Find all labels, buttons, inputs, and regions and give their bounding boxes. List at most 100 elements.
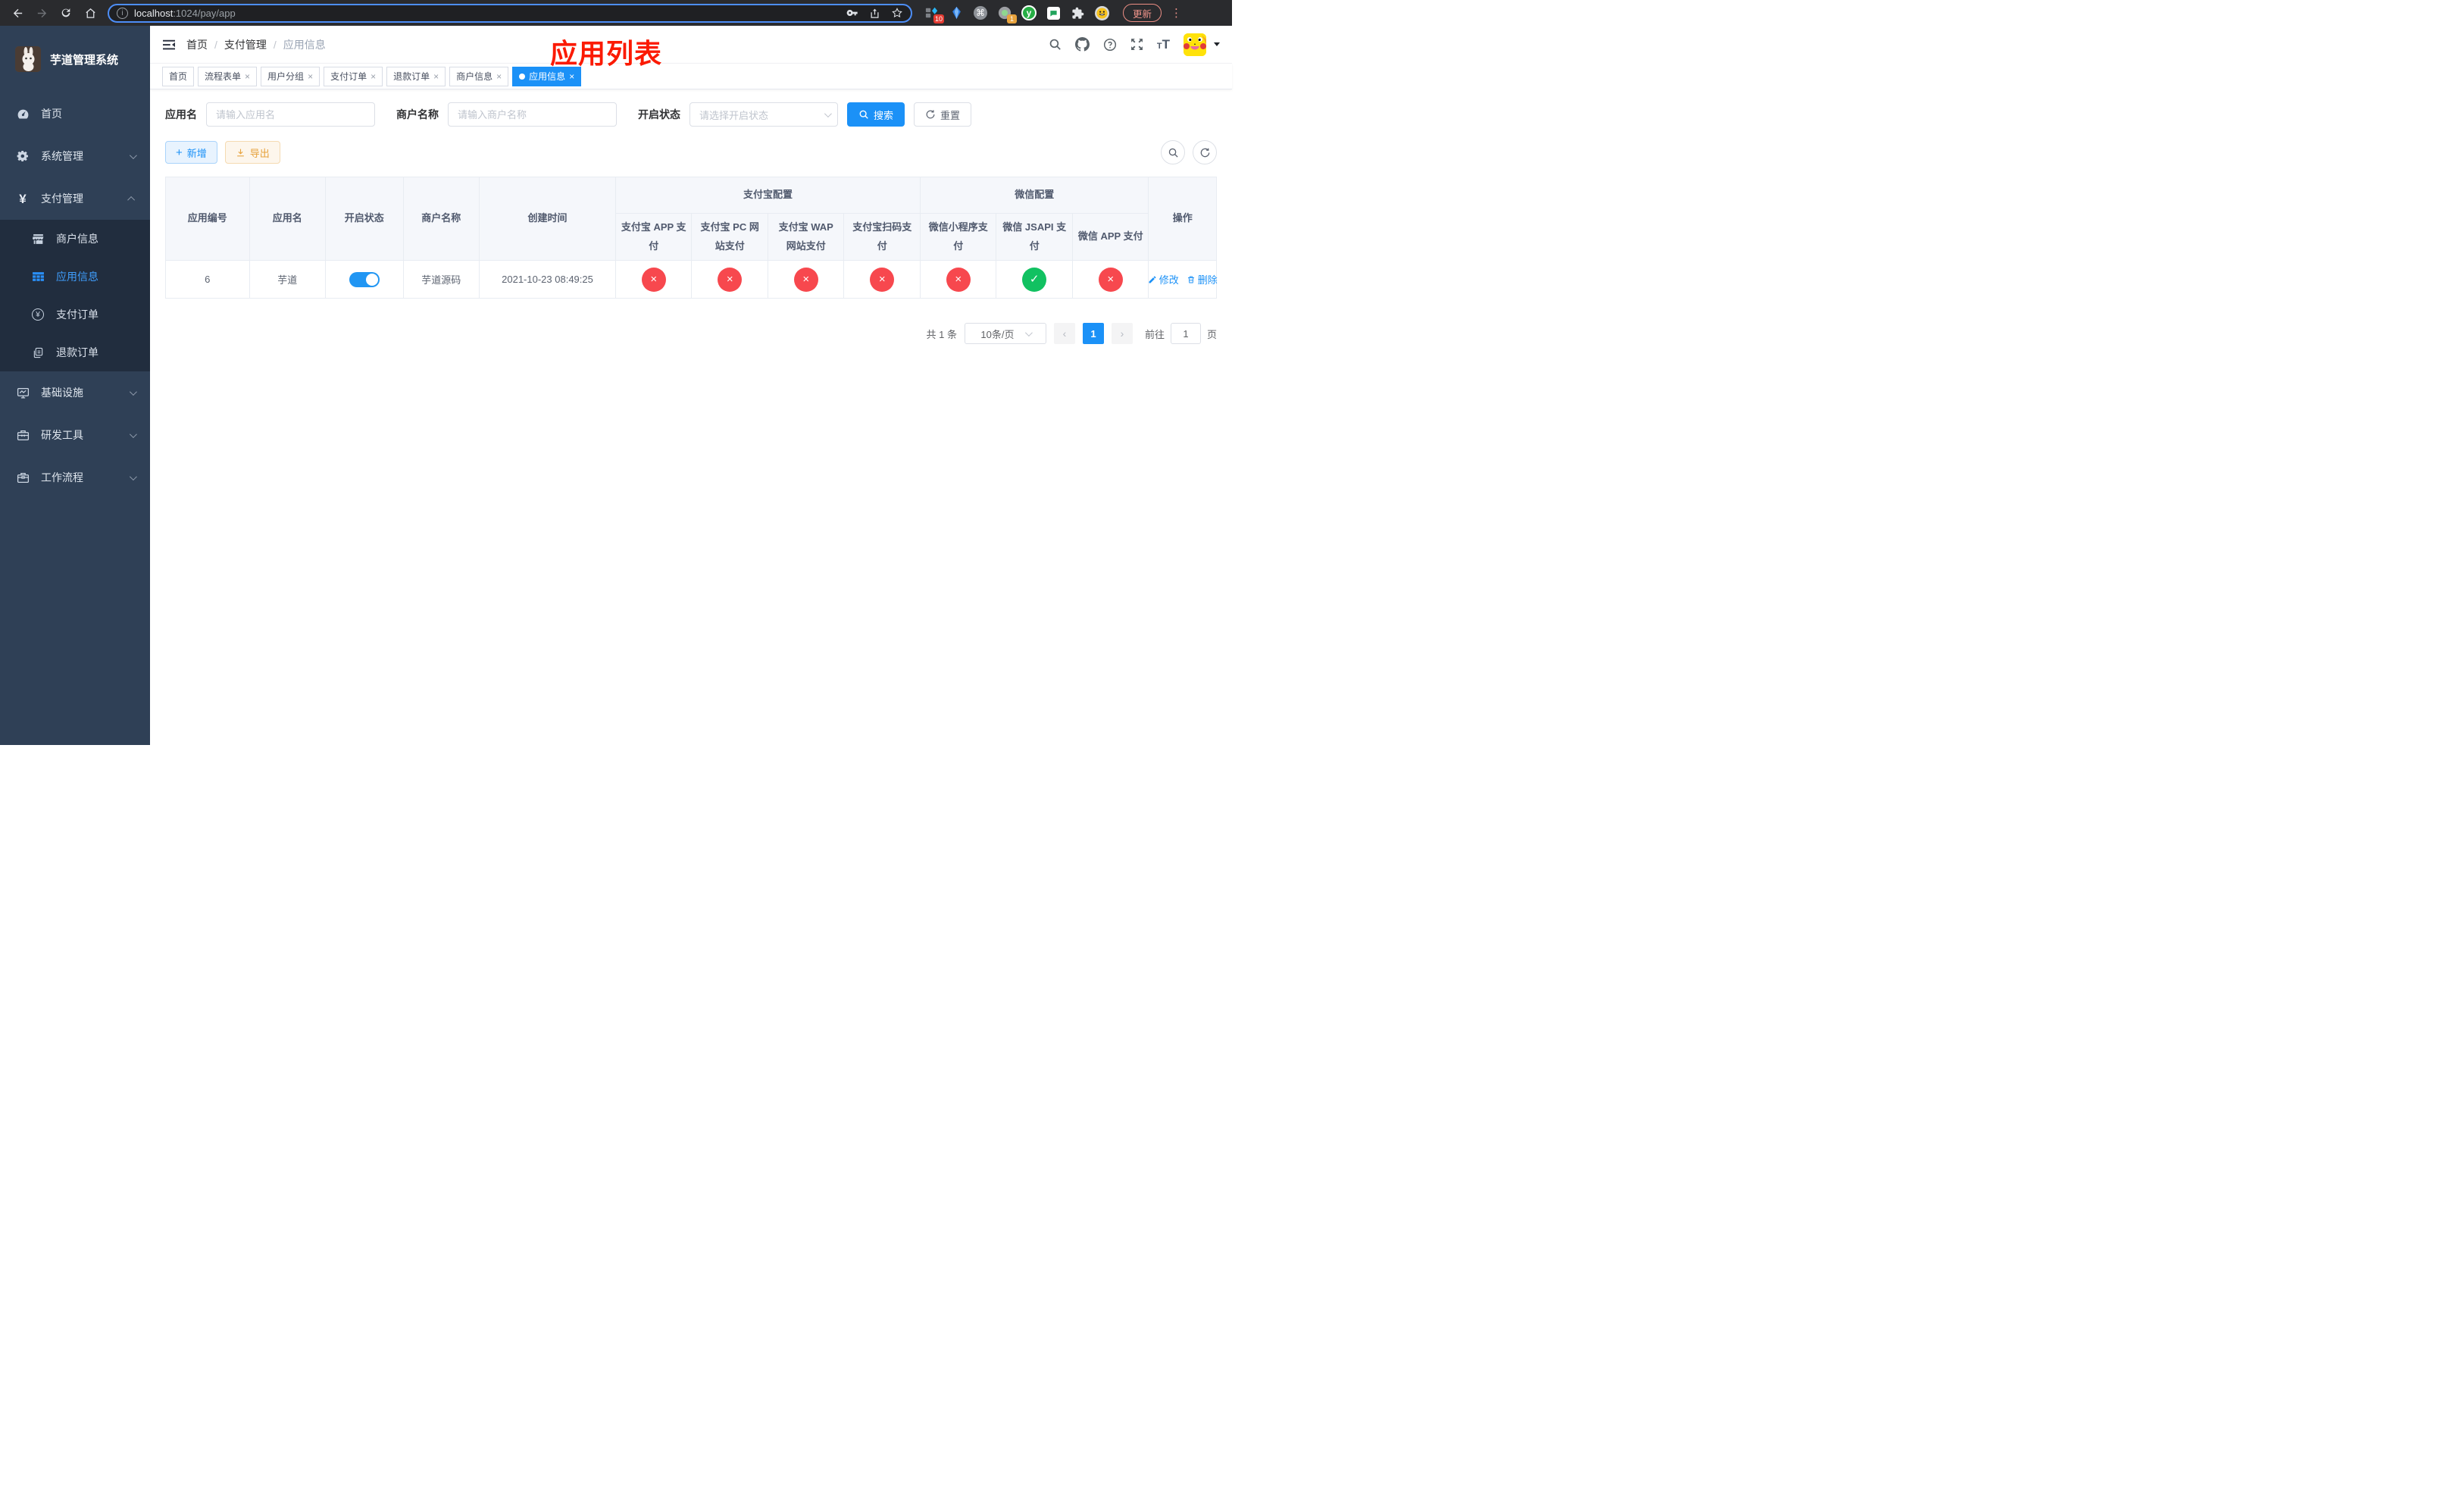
sidebar-item-devtools[interactable]: 研发工具 (0, 414, 150, 456)
ext-chat-icon[interactable] (1046, 5, 1061, 20)
goto-page-input[interactable] (1170, 323, 1201, 344)
toggle-search-button[interactable] (1161, 140, 1185, 164)
help-icon[interactable] (1103, 38, 1117, 52)
sidebar-item-label: 研发工具 (41, 429, 83, 441)
tab-merchant-info[interactable]: 商户信息 × (449, 66, 509, 86)
user-avatar[interactable] (1184, 33, 1206, 56)
sidebar-item-infra[interactable]: 基础设施 (0, 371, 150, 414)
app-logo (15, 46, 41, 72)
share-icon[interactable] (869, 8, 880, 19)
enabled-toggle[interactable] (349, 271, 380, 287)
reload-icon[interactable] (56, 3, 76, 23)
extensions-row: 10 ⌘ 1 y (924, 5, 1109, 23)
app-name-input[interactable] (206, 102, 375, 127)
status-badge-wx-app: × (1098, 267, 1123, 292)
col-app-name: 应用名 (249, 177, 327, 261)
next-page-button[interactable]: › (1111, 323, 1133, 344)
col-alipay-pc: 支付宝 PC 网站支付 (691, 213, 768, 261)
close-icon[interactable]: × (308, 72, 313, 81)
tab-home[interactable]: 首页 (162, 66, 195, 86)
browser-menu-icon[interactable]: ⋮ (1171, 8, 1182, 19)
close-icon[interactable]: × (433, 72, 439, 81)
cell-app-name: 芋道 (249, 260, 327, 299)
ext-y-icon[interactable]: y (1021, 5, 1037, 20)
search-icon[interactable] (1049, 38, 1062, 51)
site-info-icon[interactable]: i (117, 7, 128, 19)
password-key-icon[interactable] (846, 7, 858, 19)
sidebar-item-system[interactable]: 系统管理 (0, 135, 150, 177)
delete-button[interactable]: 删除 (1187, 272, 1218, 286)
status-select[interactable]: 请选择开启状态 (689, 102, 838, 127)
breadcrumb-pay[interactable]: 支付管理 (224, 37, 267, 52)
breadcrumb-home[interactable]: 首页 (186, 37, 208, 52)
sidebar-item-refund-order[interactable]: 退款订单 (0, 333, 150, 371)
col-alipay-qr: 支付宝扫码支付 (843, 213, 921, 261)
sidebar-item-label: 支付订单 (56, 308, 98, 321)
home-icon[interactable] (80, 3, 100, 23)
ext-gem-icon[interactable] (949, 5, 964, 20)
shop-icon (30, 233, 45, 246)
tab-refund-order[interactable]: 退款订单 × (386, 66, 446, 86)
font-size-icon[interactable]: TT (1157, 38, 1170, 51)
search-button[interactable]: 搜索 (847, 102, 905, 127)
sidebar-fold-icon[interactable] (162, 39, 176, 51)
page-annotation: 应用列表 (550, 38, 663, 69)
ext-sheets-icon[interactable]: 10 (924, 5, 944, 23)
plus-icon: + (176, 146, 183, 159)
tab-pay-order[interactable]: 支付订单 × (324, 66, 383, 86)
sidebar-item-pay-order[interactable]: ¥ 支付订单 (0, 296, 150, 333)
extensions-puzzle-icon[interactable] (1070, 5, 1085, 20)
col-created: 创建时间 (479, 177, 616, 261)
edit-button[interactable]: 修改 (1148, 272, 1179, 286)
update-button[interactable]: 更新 (1123, 4, 1162, 22)
documents-icon (30, 347, 45, 358)
ext-command-icon[interactable]: ⌘ (973, 5, 988, 20)
page-size-select[interactable]: 10条/页 (964, 323, 1046, 344)
sidebar-item-pay[interactable]: ¥ 支付管理 (0, 177, 150, 220)
sidebar-item-merchant-info[interactable]: 商户信息 (0, 220, 150, 258)
cell-merchant: 芋道源码 (402, 260, 480, 299)
app-logo-row[interactable]: 芋道管理系统 (0, 26, 150, 92)
group-alipay-config: 支付宝配置 (614, 177, 921, 214)
close-icon[interactable]: × (371, 72, 376, 81)
cell-app-id: 6 (165, 260, 250, 299)
app-name-label: 应用名 (165, 108, 197, 121)
sidebar-item-home[interactable]: 首页 (0, 92, 150, 135)
export-button[interactable]: 导出 (224, 141, 280, 164)
col-wx-mini: 微信小程序支付 (919, 213, 997, 261)
close-icon[interactable]: × (245, 72, 250, 81)
chevron-down-icon (1024, 328, 1033, 337)
close-icon[interactable]: × (569, 72, 574, 81)
refresh-button[interactable] (1193, 140, 1217, 164)
fullscreen-icon[interactable] (1130, 38, 1143, 51)
bookmark-star-icon[interactable] (891, 7, 903, 19)
tab-user-group[interactable]: 用户分组 × (261, 66, 321, 86)
close-icon[interactable]: × (496, 72, 502, 81)
forward-icon[interactable] (32, 3, 52, 23)
add-button[interactable]: + 新增 (165, 141, 217, 164)
active-dot (519, 73, 526, 80)
url-text[interactable]: localhost:1024/pay/app (134, 8, 840, 19)
back-icon[interactable] (8, 3, 27, 23)
chevron-up-icon (127, 196, 136, 204)
avatar-caret-icon[interactable] (1214, 42, 1220, 46)
navbar: 首页 / 支付管理 / 应用信息 TT (150, 26, 1232, 64)
tab-process-form[interactable]: 流程表单 × (198, 66, 258, 86)
dashboard-icon (15, 108, 30, 121)
profile-avatar-icon[interactable] (1094, 5, 1109, 20)
github-icon[interactable] (1074, 37, 1090, 52)
chevron-down-icon (129, 472, 137, 480)
reset-button[interactable]: 重置 (914, 102, 972, 127)
sidebar-item-label: 商户信息 (56, 233, 98, 245)
prev-page-button[interactable]: ‹ (1053, 323, 1075, 344)
col-alipay-wap: 支付宝 WAP 网站支付 (767, 213, 845, 261)
ext-recorder-icon[interactable]: 1 (997, 5, 1017, 23)
page-number[interactable]: 1 (1082, 323, 1104, 344)
sidebar-item-workflow[interactable]: 工作流程 (0, 456, 150, 499)
sidebar-item-app-info[interactable]: 应用信息 (0, 258, 150, 296)
group-wechat-config: 微信配置 (919, 177, 1149, 214)
address-bar[interactable]: i localhost:1024/pay/app (108, 3, 912, 23)
toolbox-icon (15, 429, 30, 442)
merchant-name-input[interactable] (448, 102, 617, 127)
breadcrumb-current: 应用信息 (283, 38, 326, 51)
